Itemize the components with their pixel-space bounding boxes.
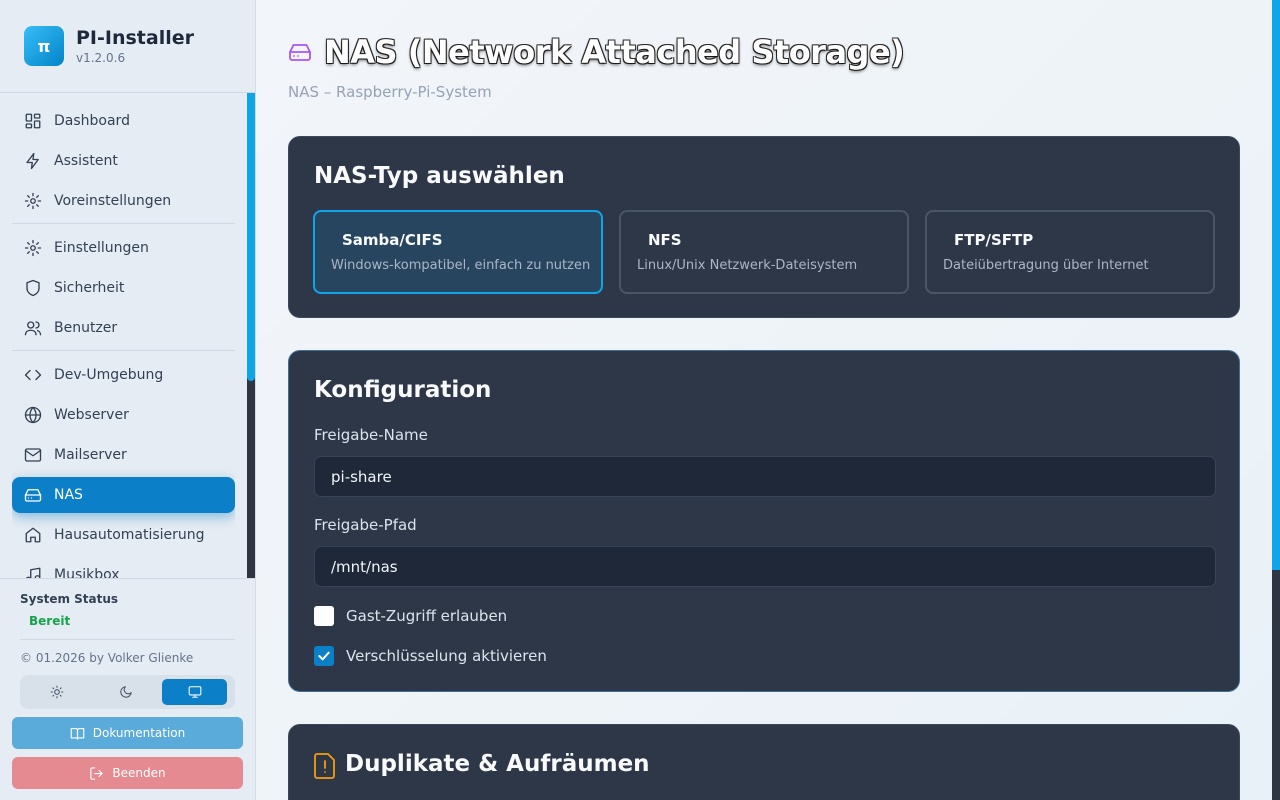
sidebar-item-assistent[interactable]: Assistent [12,143,235,179]
share-path-label: Freigabe-Pfad [314,516,417,534]
sidebar-item-label: Sicherheit [54,280,125,296]
sidebar-item-label: Musikbox [54,567,120,578]
sidebar-item-einstellungen[interactable]: Einstellungen [12,230,235,266]
share-path-input[interactable] [314,546,1216,587]
theme-system-button[interactable] [162,679,227,705]
main-scrollbar-thumb[interactable] [1272,0,1280,570]
book-icon [70,727,85,740]
checkmark-icon [318,651,330,661]
app-version: v1.2.0.6 [76,51,126,65]
share-name-label: Freigabe-Name [314,426,428,444]
code-icon [24,369,42,381]
monitor-icon [188,686,201,698]
sidebar: π PI-Installer v1.2.0.6 Dashboard Assist… [0,0,256,800]
sidebar-item-label: Voreinstellungen [54,193,172,209]
sidebar-item-label: Mailserver [54,447,127,463]
nas-type-description: Dateiübertragung über Internet [943,258,1149,273]
quit-button[interactable]: Beenden [12,757,243,789]
sidebar-item-mailserver[interactable]: Mailserver [12,437,235,473]
sidebar-nav: Dashboard Assistent Voreinstellungen Ein… [12,103,235,578]
sidebar-scrollbar-thumb[interactable] [247,93,255,381]
sidebar-item-nas[interactable]: NAS [12,477,235,513]
theme-switch [20,675,235,709]
nas-type-description: Windows-kompatibel, einfach zu nutzen [331,258,591,273]
sidebar-item-webserver[interactable]: Webserver [12,397,235,433]
app-title: PI-Installer [76,27,194,49]
configuration-title: Konfiguration [314,377,492,403]
encryption-label: Verschlüsselung aktivieren [346,647,547,665]
nav-divider [12,223,235,224]
nav-divider [12,350,235,351]
duplicates-card: Duplikate & Aufräumen [288,724,1240,800]
mail-icon [24,448,42,462]
file-warning-icon [314,753,336,779]
system-status-title: System Status [20,592,119,606]
nas-type-option-ftp[interactable]: FTP/SFTP Dateiübertragung über Internet [925,210,1215,294]
sidebar-item-benutzer[interactable]: Benutzer [12,310,235,346]
hard-drive-icon [289,44,311,61]
divider [0,92,256,93]
nas-type-card: NAS-Typ auswählen Samba/CIFS Windows-kom… [288,136,1240,318]
page-title: NAS (Network Attached Storage) [324,33,905,71]
home-icon [25,527,41,543]
sun-icon [50,685,63,699]
theme-dark-button[interactable] [93,679,158,705]
sidebar-item-voreinstellungen[interactable]: Voreinstellungen [12,183,235,219]
configuration-card: Konfiguration Freigabe-Name Freigabe-Pfa… [288,350,1240,692]
guest-access-row[interactable]: Gast-Zugriff erlauben [314,605,507,627]
guest-access-checkbox[interactable] [314,606,334,626]
guest-access-label: Gast-Zugriff erlauben [346,607,508,625]
sidebar-item-label: Einstellungen [54,240,149,256]
sidebar-item-hausautomatisierung[interactable]: Hausautomatisierung [12,517,235,553]
quit-label: Beenden [112,766,166,780]
nas-type-option-nfs[interactable]: NFS Linux/Unix Netzwerk-Dateisystem [619,210,909,294]
sidebar-item-musikbox[interactable]: Musikbox [12,557,235,578]
page-header: NAS (Network Attached Storage) [288,30,905,74]
sidebar-item-label: Webserver [54,407,129,423]
brand[interactable]: π PI-Installer v1.2.0.6 [24,26,194,66]
sidebar-footer: System Status Bereit © 01.2026 by Volker… [0,578,256,800]
documentation-label: Dokumentation [92,726,186,740]
sidebar-item-dev-umgebung[interactable]: Dev-Umgebung [12,357,235,393]
encryption-row[interactable]: Verschlüsselung aktivieren [314,645,547,667]
nas-type-name: FTP/SFTP [954,231,1034,249]
divider [20,639,235,640]
hard-drive-icon [24,489,42,502]
nas-type-name: NFS [648,231,682,249]
nas-type-description: Linux/Unix Netzwerk-Dateisystem [637,258,858,273]
sidebar-item-label: Dashboard [54,113,130,129]
documentation-button[interactable]: Dokumentation [12,717,243,749]
duplicates-title: Duplikate & Aufräumen [345,751,650,777]
app-logo: π [24,26,64,66]
copyright: © 01.2026 by Volker Glienke [20,651,194,665]
encryption-checkbox[interactable] [314,646,334,666]
page-subtitle: NAS – Raspberry-Pi-System [288,83,492,101]
grid-icon [25,113,41,129]
nas-type-name: Samba/CIFS [342,231,443,249]
moon-icon [119,686,132,698]
sidebar-item-label: NAS [54,487,83,503]
theme-light-button[interactable] [24,679,89,705]
gear-icon [24,239,42,257]
sidebar-item-label: Hausautomatisierung [54,527,205,543]
sidebar-item-sicherheit[interactable]: Sicherheit [12,270,235,306]
users-icon [24,321,42,336]
globe-icon [24,406,42,424]
logout-icon [90,766,104,780]
nas-type-title: NAS-Typ auswählen [314,163,565,189]
nas-type-option-samba[interactable]: Samba/CIFS Windows-kompatibel, einfach z… [313,210,603,294]
system-status-badge: Bereit [29,614,71,628]
lightning-icon [26,152,39,170]
sidebar-item-label: Dev-Umgebung [54,367,164,383]
main-scrollbar[interactable] [1272,570,1280,800]
sidebar-item-label: Benutzer [54,320,118,336]
music-icon [25,567,41,578]
sidebar-item-label: Assistent [54,153,118,169]
gear-icon [24,192,42,210]
shield-icon [26,279,40,297]
share-name-input[interactable] [314,456,1216,497]
sidebar-item-dashboard[interactable]: Dashboard [12,103,235,139]
